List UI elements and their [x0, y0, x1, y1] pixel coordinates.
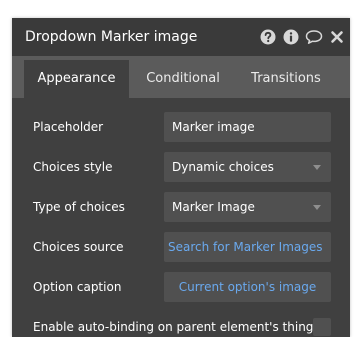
info-icon[interactable]: [282, 28, 300, 46]
chevron-down-icon: [313, 165, 321, 170]
tab-appearance[interactable]: Appearance: [24, 60, 129, 98]
panel-header: Dropdown Marker image: [12, 18, 350, 56]
choices-style-value: Dynamic choices: [172, 160, 274, 174]
chevron-down-icon: [313, 205, 321, 210]
type-of-choices-row: Type of choices Marker Image: [12, 192, 350, 222]
help-icon[interactable]: [259, 28, 277, 46]
choices-style-row: Choices style Dynamic choices: [12, 152, 350, 182]
type-of-choices-value: Marker Image: [172, 200, 255, 214]
placeholder-label: Placeholder: [33, 120, 104, 134]
panel-title: Dropdown Marker image: [25, 29, 198, 45]
choices-source-label: Choices source: [33, 240, 124, 254]
type-of-choices-label: Type of choices: [33, 200, 125, 214]
type-of-choices-dropdown[interactable]: Marker Image: [164, 192, 331, 222]
property-editor-panel: Dropdown Marker image Appearance Conditi…: [12, 18, 350, 337]
close-icon[interactable]: [328, 28, 346, 46]
header-icons: [259, 27, 346, 47]
option-caption-label: Option caption: [33, 280, 122, 294]
tab-transitions[interactable]: Transitions: [238, 60, 334, 98]
option-caption-row: Option caption Current option's image: [12, 272, 350, 302]
auto-binding-label: Enable auto-binding on parent element's …: [33, 320, 314, 334]
choices-style-dropdown[interactable]: Dynamic choices: [164, 152, 331, 182]
choices-source-row: Choices source Search for Marker Images: [12, 232, 350, 262]
placeholder-row: Placeholder Marker image: [12, 112, 350, 142]
tab-bar: Appearance Conditional Transitions: [12, 56, 350, 98]
auto-binding-checkbox[interactable]: [313, 318, 331, 336]
appearance-content: Placeholder Marker image Choices style D…: [12, 98, 350, 337]
tab-conditional[interactable]: Conditional: [133, 60, 233, 98]
choices-style-label: Choices style: [33, 160, 113, 174]
option-caption-expression[interactable]: Current option's image: [164, 272, 331, 302]
auto-binding-row: Enable auto-binding on parent element's …: [12, 317, 350, 337]
choices-source-expression[interactable]: Search for Marker Images: [164, 232, 331, 262]
comment-icon[interactable]: [305, 28, 323, 46]
placeholder-input[interactable]: Marker image: [164, 112, 331, 142]
